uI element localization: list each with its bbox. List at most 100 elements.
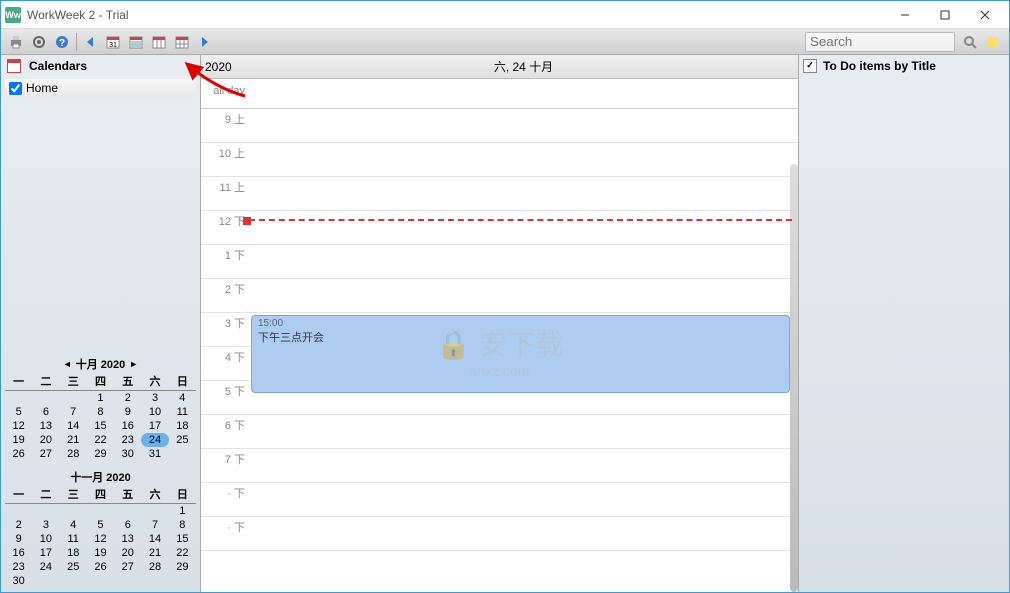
mini-cal-day[interactable]: 3	[141, 391, 168, 406]
mini-cal-day[interactable]: 13	[32, 419, 59, 433]
mini-cal-day[interactable]: 6	[32, 405, 59, 419]
calendar-event[interactable]: 15:00下午三点开会	[251, 315, 790, 393]
mini-cal-day[interactable]: 20	[32, 433, 59, 447]
mini-cal-day[interactable]: 9	[114, 405, 141, 419]
mini-cal-day[interactable]: 1	[87, 391, 114, 406]
allday-area[interactable]	[249, 79, 798, 108]
week-view-button[interactable]	[148, 31, 170, 53]
mini-cal-day[interactable]	[114, 574, 141, 588]
mini-cal-day[interactable]: 30	[5, 574, 32, 588]
mini-cal-day[interactable]: 27	[32, 447, 59, 461]
mini-calendar[interactable]: 十一月 2020一二三四五六日1234567891011121314151617…	[1, 465, 200, 592]
close-button[interactable]	[965, 2, 1005, 28]
search-go-button[interactable]	[959, 31, 981, 53]
allday-row[interactable]: all day	[201, 79, 798, 109]
mini-cal-day[interactable]	[32, 574, 59, 588]
mini-cal-day[interactable]: 31	[141, 447, 168, 461]
mini-cal-day[interactable]: 2	[114, 391, 141, 406]
mini-cal-day[interactable]: 6	[114, 518, 141, 532]
mini-cal-day[interactable]: 18	[169, 419, 196, 433]
time-slot[interactable]: · 下	[201, 517, 798, 551]
mini-cal-day[interactable]: 1	[169, 504, 196, 519]
time-slot[interactable]: 7 下	[201, 449, 798, 483]
minimize-button[interactable]	[885, 2, 925, 28]
mini-cal-day[interactable]: 5	[5, 405, 32, 419]
mini-cal-day[interactable]: 21	[141, 546, 168, 560]
mini-cal-day[interactable]: 20	[114, 546, 141, 560]
mini-cal-day[interactable]	[169, 574, 196, 588]
mini-cal-day[interactable]	[87, 574, 114, 588]
settings-button[interactable]	[28, 31, 50, 53]
time-slot[interactable]: · 下	[201, 483, 798, 517]
mini-cal-day[interactable]: 30	[114, 447, 141, 461]
mini-cal-day[interactable]: 11	[169, 405, 196, 419]
mini-cal-day[interactable]: 22	[87, 433, 114, 447]
mini-cal-day[interactable]: 19	[87, 546, 114, 560]
mini-cal-day[interactable]	[5, 391, 32, 406]
time-slot[interactable]: 11 上	[201, 177, 798, 211]
mini-cal-day[interactable]	[169, 447, 196, 461]
mini-cal-day[interactable]: 22	[169, 546, 196, 560]
mini-cal-day[interactable]: 23	[114, 433, 141, 447]
today-button[interactable]: 31	[102, 31, 124, 53]
mini-cal-day[interactable]: 15	[169, 532, 196, 546]
mini-cal-day[interactable]	[32, 504, 59, 519]
back-button[interactable]	[79, 31, 101, 53]
time-slot[interactable]: 12 下	[201, 211, 798, 245]
mini-cal-day[interactable]: 10	[32, 532, 59, 546]
time-slot[interactable]: 9 上	[201, 109, 798, 143]
time-grid[interactable]: 🔒 安下载 anxz.com 9 上10 上11 上12 下1 下2 下3 下4…	[201, 109, 798, 592]
mini-cal-day[interactable]: 5	[87, 518, 114, 532]
next-month-button[interactable]: ►	[129, 359, 138, 369]
mini-cal-day[interactable]: 25	[60, 560, 87, 574]
mini-cal-day[interactable]: 16	[114, 419, 141, 433]
mini-cal-day[interactable]	[141, 504, 168, 519]
help-button[interactable]: ?	[51, 31, 73, 53]
mini-cal-day[interactable]	[60, 574, 87, 588]
mini-cal-day[interactable]: 8	[87, 405, 114, 419]
mini-cal-day[interactable]	[60, 504, 87, 519]
mini-cal-day[interactable]: 4	[60, 518, 87, 532]
forward-button[interactable]	[194, 31, 216, 53]
mini-cal-day[interactable]: 25	[169, 433, 196, 447]
time-slot[interactable]: 2 下	[201, 279, 798, 313]
day-view-button[interactable]	[125, 31, 147, 53]
month-view-button[interactable]	[171, 31, 193, 53]
mini-cal-day[interactable]: 11	[60, 532, 87, 546]
mini-cal-day[interactable]: 24	[32, 560, 59, 574]
time-slot[interactable]: 10 上	[201, 143, 798, 177]
mini-cal-day[interactable]: 9	[5, 532, 32, 546]
mini-cal-day[interactable]: 29	[169, 560, 196, 574]
mini-cal-day[interactable]	[5, 504, 32, 519]
mini-cal-day[interactable]	[114, 504, 141, 519]
mini-cal-day[interactable]: 21	[60, 433, 87, 447]
mini-cal-day[interactable]: 12	[5, 419, 32, 433]
mini-cal-day[interactable]: 28	[141, 560, 168, 574]
mini-cal-day[interactable]: 29	[87, 447, 114, 461]
time-slot[interactable]: 1 下	[201, 245, 798, 279]
mini-cal-day[interactable]: 3	[32, 518, 59, 532]
mini-cal-day[interactable]: 7	[60, 405, 87, 419]
prev-month-button[interactable]: ◄	[63, 359, 72, 369]
mini-cal-day[interactable]: 17	[32, 546, 59, 560]
mini-cal-day[interactable]: 28	[60, 447, 87, 461]
mini-calendar[interactable]: ◄十月 2020►一二三四五六日123456789101112131415161…	[1, 352, 200, 465]
print-button[interactable]	[5, 31, 27, 53]
mini-cal-day[interactable]: 26	[5, 447, 32, 461]
mini-cal-day[interactable]	[141, 574, 168, 588]
mini-cal-day[interactable]: 2	[5, 518, 32, 532]
mini-cal-day[interactable]: 8	[169, 518, 196, 532]
calendar-checkbox[interactable]	[9, 82, 22, 95]
mini-cal-day[interactable]: 13	[114, 532, 141, 546]
search-input[interactable]	[810, 33, 950, 51]
mini-cal-day[interactable]: 24	[141, 433, 168, 447]
mini-cal-day[interactable]: 16	[5, 546, 32, 560]
mini-cal-day[interactable]: 14	[141, 532, 168, 546]
mini-cal-day[interactable]: 14	[60, 419, 87, 433]
mini-cal-day[interactable]: 18	[60, 546, 87, 560]
mini-cal-day[interactable]: 15	[87, 419, 114, 433]
mini-cal-day[interactable]: 26	[87, 560, 114, 574]
mini-cal-day[interactable]	[60, 391, 87, 406]
mini-cal-day[interactable]: 7	[141, 518, 168, 532]
mini-cal-day[interactable]	[87, 504, 114, 519]
